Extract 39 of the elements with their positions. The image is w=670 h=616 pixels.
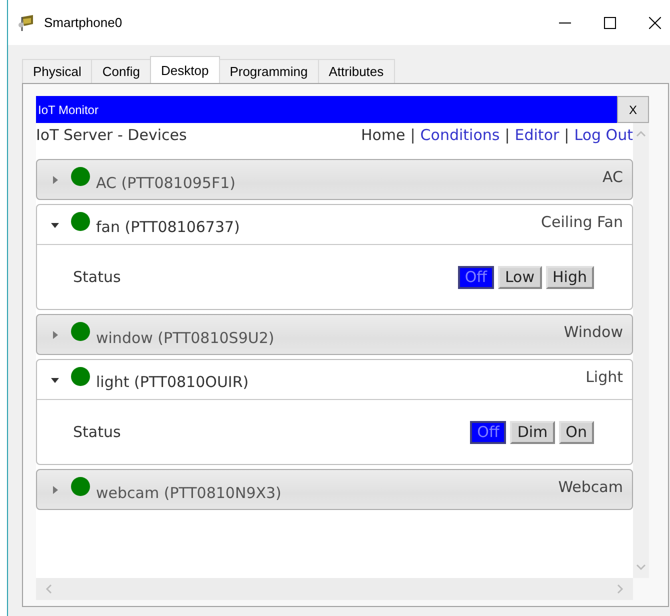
- device-type: AC: [602, 168, 623, 186]
- tab[interactable]: Programming: [218, 59, 319, 83]
- status-label: Status: [73, 268, 122, 286]
- window-title: Smartphone0: [44, 15, 124, 30]
- expand-arrow-icon[interactable]: [51, 176, 59, 184]
- device-type: Window: [564, 322, 623, 340]
- device-name: window (PTT0810S9U2): [96, 328, 276, 346]
- device-name: AC (PTT081095F1): [96, 172, 236, 192]
- tab[interactable]: Attributes: [318, 59, 395, 83]
- nav-separator: |: [504, 126, 510, 144]
- device-name: fan (PTT08106737): [96, 216, 241, 236]
- app-icon: [18, 14, 36, 32]
- close-icon[interactable]: [648, 16, 660, 28]
- status-option-button[interactable]: High: [546, 266, 594, 288]
- nav-separator: |: [410, 126, 416, 144]
- nav-link[interactable]: Home: [360, 126, 406, 144]
- tab[interactable]: Physical: [22, 59, 92, 83]
- device-type: Light: [586, 368, 623, 386]
- nav-link[interactable]: Conditions: [420, 126, 500, 144]
- status-option-button[interactable]: Low: [498, 266, 542, 288]
- nav-link[interactable]: Editor: [514, 126, 560, 144]
- collapse-arrow-icon[interactable]: [51, 220, 59, 228]
- device-type: Ceiling Fan: [541, 212, 623, 230]
- status-option-button[interactable]: On: [558, 420, 594, 444]
- close-button[interactable]: X: [617, 96, 649, 123]
- device-name: webcam (PTT0810N9X3): [96, 482, 282, 502]
- maximize-icon[interactable]: [604, 16, 616, 28]
- collapse-arrow-icon[interactable]: [51, 376, 59, 384]
- device-type: Webcam: [558, 478, 623, 496]
- nav-separator: |: [564, 126, 570, 144]
- status-option-button[interactable]: Dim: [510, 420, 555, 444]
- expand-arrow-icon[interactable]: [51, 330, 59, 338]
- tab[interactable]: Desktop: [150, 56, 220, 83]
- nav-link[interactable]: Log Out: [574, 126, 633, 144]
- expand-arrow-icon[interactable]: [51, 486, 59, 494]
- page-heading: IoT Server - Devices: [36, 126, 187, 144]
- status-label: Status: [73, 423, 122, 441]
- device-name: light (PTT0810OUIR): [96, 372, 250, 390]
- monitor-title: IoT Monitor: [38, 102, 98, 116]
